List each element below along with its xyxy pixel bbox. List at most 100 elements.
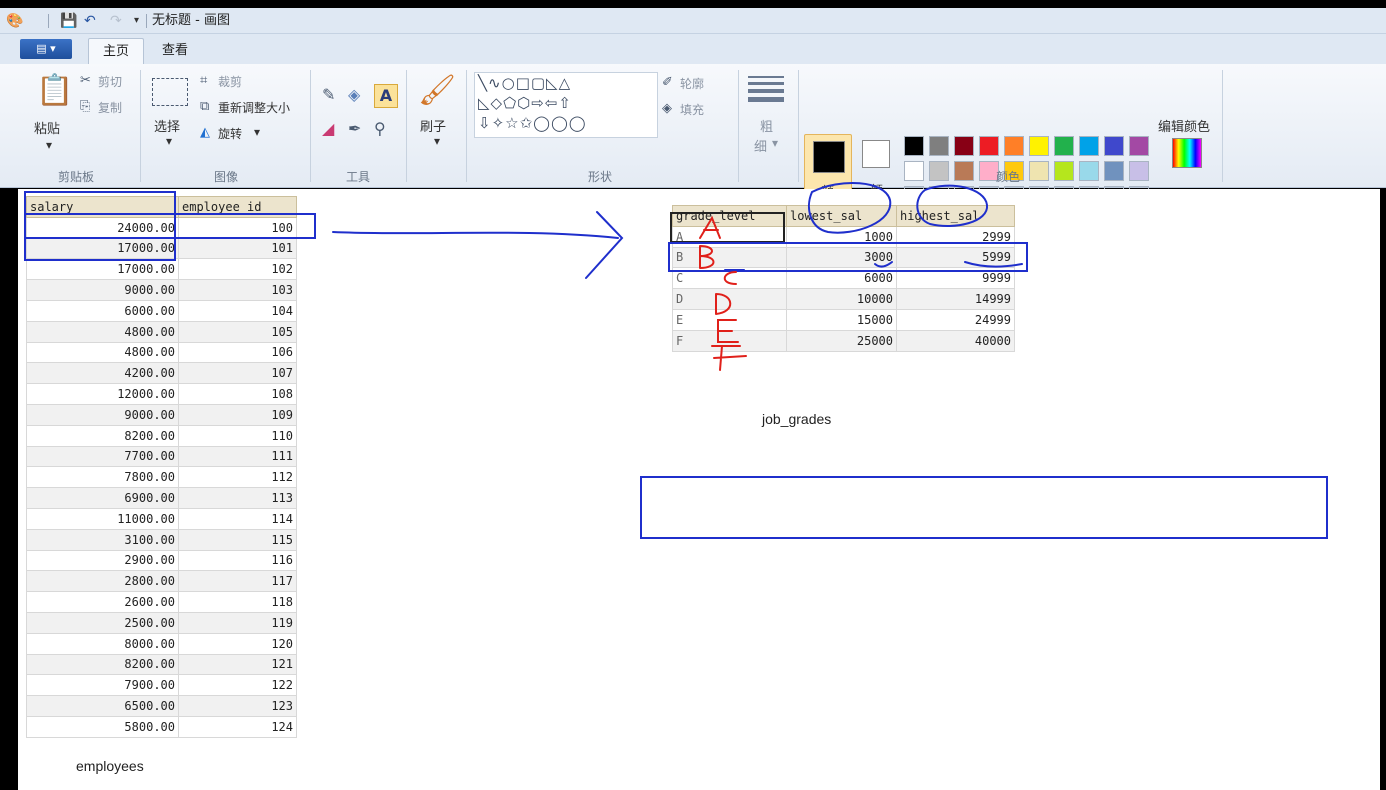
salary-cell[interactable]: 2900.00 — [26, 549, 179, 572]
select-icon[interactable] — [152, 78, 188, 106]
brushes-button[interactable]: 刷子 — [420, 116, 446, 135]
salary-cell[interactable]: 8200.00 — [26, 424, 179, 447]
employee-id-cell[interactable]: 112 — [178, 466, 297, 489]
highest-sal-cell[interactable]: 24999 — [896, 308, 1015, 331]
employee-id-cell[interactable]: 116 — [178, 549, 297, 572]
column-header-salary[interactable]: salary — [26, 196, 179, 218]
eraser-icon[interactable]: ◢ — [322, 120, 334, 138]
palette-color-swatch[interactable] — [1004, 136, 1024, 156]
table-row[interactable]: C 6000 9999 — [672, 267, 1015, 290]
table-row[interactable]: 4800.00 106 — [26, 341, 297, 364]
palette-color-swatch[interactable] — [929, 136, 949, 156]
lowest-sal-cell[interactable]: 6000 — [786, 267, 897, 290]
palette-color-swatch[interactable] — [1079, 136, 1099, 156]
employee-id-cell[interactable]: 114 — [178, 507, 297, 530]
lowest-sal-cell[interactable]: 3000 — [786, 246, 897, 269]
table-row[interactable]: 8200.00 110 — [26, 424, 297, 447]
salary-cell[interactable]: 4800.00 — [26, 320, 179, 343]
paste-dropdown-icon[interactable]: ▾ — [46, 138, 52, 152]
resize-button[interactable]: 重新调整大小 — [218, 99, 290, 116]
magnifier-icon[interactable]: ⚲ — [374, 120, 386, 138]
table-row[interactable]: 2600.00 118 — [26, 591, 297, 613]
rotate-button[interactable]: 旋转 — [218, 125, 242, 142]
color-picker-icon[interactable]: ✒ — [348, 120, 361, 138]
palette-color-swatch[interactable] — [1129, 136, 1149, 156]
palette-color-swatch[interactable] — [1079, 161, 1099, 181]
employee-id-cell[interactable]: 113 — [178, 487, 297, 509]
tab-home[interactable]: 主页 — [88, 38, 145, 64]
table-row[interactable]: 11000.00 114 — [26, 507, 297, 530]
highest-sal-cell[interactable]: 9999 — [896, 267, 1015, 290]
salary-cell[interactable]: 2800.00 — [26, 570, 179, 593]
crop-button[interactable]: 裁剪 — [218, 73, 242, 90]
employee-id-cell[interactable]: 111 — [178, 445, 297, 468]
palette-color-swatch[interactable] — [979, 136, 999, 156]
table-row[interactable]: 6000.00 104 — [26, 299, 297, 322]
salary-cell[interactable]: 5800.00 — [26, 715, 179, 738]
select-dropdown-icon[interactable]: ▾ — [166, 134, 172, 148]
table-row[interactable]: 8000.00 120 — [26, 632, 297, 655]
employee-id-cell[interactable]: 115 — [178, 528, 297, 551]
paste-button[interactable]: 粘贴 — [34, 118, 60, 137]
lowest-sal-cell[interactable]: 1000 — [786, 225, 897, 248]
highest-sal-cell[interactable]: 14999 — [896, 288, 1015, 310]
table-row[interactable]: 7700.00 111 — [26, 445, 297, 468]
table-row[interactable]: 4200.00 107 — [26, 362, 297, 385]
grade-level-cell[interactable]: C — [672, 267, 787, 290]
grade-level-cell[interactable]: F — [672, 329, 787, 352]
table-row[interactable]: 3100.00 115 — [26, 528, 297, 551]
salary-cell[interactable]: 2600.00 — [26, 591, 179, 613]
palette-color-swatch[interactable] — [954, 161, 974, 181]
size-dropdown-icon[interactable]: ▾ — [772, 136, 778, 150]
table-row[interactable]: 4800.00 105 — [26, 320, 297, 343]
table-row[interactable]: E 15000 24999 — [672, 308, 1015, 331]
line-width-icon[interactable] — [748, 76, 784, 104]
table-row[interactable]: 7800.00 112 — [26, 466, 297, 489]
employee-id-cell[interactable]: 107 — [178, 362, 297, 385]
table-row[interactable]: 5800.00 124 — [26, 715, 297, 738]
employee-id-cell[interactable]: 109 — [178, 403, 297, 426]
employee-id-cell[interactable]: 104 — [178, 299, 297, 322]
table-row[interactable]: 17000.00 102 — [26, 258, 297, 281]
salary-cell[interactable]: 6500.00 — [26, 695, 179, 717]
palette-color-swatch[interactable] — [954, 136, 974, 156]
shapes-gallery[interactable]: ╲∿○□▢◺△ ◺◇⬠⬡⇨⇦⇧ ⇩✧☆✩◯◯◯ — [474, 72, 658, 138]
employee-id-cell[interactable]: 108 — [178, 383, 297, 405]
size-label-line1[interactable]: 粗 — [760, 116, 773, 135]
brush-icon[interactable]: 🖌 — [418, 74, 456, 108]
palette-color-swatch[interactable] — [904, 136, 924, 156]
lowest-sal-cell[interactable]: 15000 — [786, 308, 897, 331]
table-row[interactable]: 9000.00 109 — [26, 403, 297, 426]
employee-id-cell[interactable]: 124 — [178, 715, 297, 738]
palette-color-swatch[interactable] — [929, 161, 949, 181]
pencil-icon[interactable]: ✎ — [322, 86, 335, 104]
palette-color-swatch[interactable] — [1104, 136, 1124, 156]
paint-menu-button[interactable]: ▤ ▾ — [20, 39, 72, 59]
palette-color-swatch[interactable] — [904, 161, 924, 181]
save-icon[interactable]: 💾 — [60, 12, 77, 30]
text-tool-icon[interactable]: A — [374, 84, 398, 108]
salary-cell[interactable]: 9000.00 — [26, 403, 179, 426]
redo-icon[interactable]: ↷ — [110, 12, 122, 30]
employee-id-cell[interactable]: 122 — [178, 674, 297, 697]
brushes-dropdown-icon[interactable]: ▾ — [434, 134, 440, 148]
employee-id-cell[interactable]: 119 — [178, 611, 297, 634]
employee-id-cell[interactable]: 117 — [178, 570, 297, 593]
fill-button[interactable]: 填充 — [680, 101, 704, 118]
salary-cell[interactable]: 9000.00 — [26, 279, 179, 301]
table-row[interactable]: 2900.00 116 — [26, 549, 297, 572]
salary-cell[interactable]: 17000.00 — [26, 237, 179, 260]
undo-icon[interactable]: ↶ — [84, 12, 96, 30]
edit-colors-icon[interactable] — [1172, 138, 1202, 168]
lowest-sal-cell[interactable]: 25000 — [786, 329, 897, 352]
highest-sal-cell[interactable]: 40000 — [896, 329, 1015, 352]
salary-cell[interactable]: 17000.00 — [26, 258, 179, 281]
employee-id-cell[interactable]: 106 — [178, 341, 297, 364]
paint-app-icon[interactable]: 🎨 — [6, 12, 23, 30]
copy-button[interactable]: 复制 — [98, 99, 122, 116]
palette-color-swatch[interactable] — [1054, 136, 1074, 156]
grade-level-cell[interactable]: D — [672, 288, 787, 310]
table-row[interactable]: 6900.00 113 — [26, 487, 297, 509]
highest-sal-cell[interactable]: 5999 — [896, 246, 1015, 269]
employee-id-cell[interactable]: 121 — [178, 653, 297, 676]
